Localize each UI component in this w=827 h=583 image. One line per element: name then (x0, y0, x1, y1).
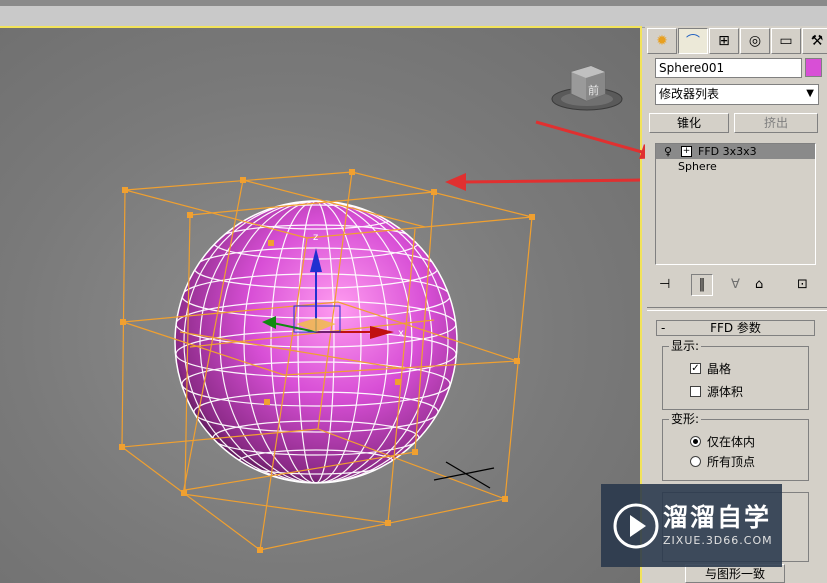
expand-icon[interactable]: + (681, 146, 692, 157)
lightbulb-icon[interactable]: ♀ (664, 144, 672, 159)
top-toolbar (0, 0, 827, 28)
lattice-label: 晶格 (707, 362, 732, 376)
modifier-stack[interactable]: ♀ + FFD 3x3x3 Sphere (655, 143, 816, 265)
remove-modifier-icon[interactable]: ⌂ (755, 277, 763, 292)
configure-sets-icon[interactable]: ⊡ (797, 277, 808, 292)
watermark-brand: 溜溜自学 (663, 503, 772, 532)
viewcube[interactable]: 前 (551, 65, 623, 111)
watermark: 溜溜自学 ZIXUE.3D66.COM (601, 484, 782, 567)
title-strip (0, 0, 827, 6)
only-in-volume-radio[interactable] (690, 436, 701, 447)
sphere-object[interactable] (174, 200, 458, 484)
watermark-logo-icon (613, 503, 659, 549)
deform-group-label: 变形: (669, 412, 702, 426)
all-vertices-radio[interactable] (690, 456, 701, 467)
viewcube-face-label: 前 (588, 83, 599, 97)
display-group-label: 显示: (669, 339, 702, 353)
rollout-collapse-icon: - (661, 321, 666, 335)
all-vertices-label: 所有顶点 (707, 455, 756, 469)
rollout-title: FFD 参数 (710, 321, 761, 335)
lattice-checkbox[interactable]: ✓ (690, 363, 701, 374)
hierarchy-icon: ⊞ (718, 33, 730, 49)
modifier-list-label: 修改器列表 (659, 87, 720, 101)
taper-button[interactable]: 锥化 (649, 113, 729, 133)
display-group: 显示: (662, 339, 809, 410)
svg-text:z: z (313, 232, 318, 243)
source-volume-checkbox[interactable] (690, 386, 701, 397)
viewport-scene: 前 z x (119, 65, 640, 553)
pin-stack-icon[interactable]: ⊣ (659, 277, 670, 292)
divider (647, 307, 827, 311)
create-icon: ✹ (656, 33, 668, 49)
stack-item-label: FFD 3x3x3 (698, 145, 757, 158)
create-tab[interactable]: ✹ (647, 28, 677, 54)
svg-text:x: x (398, 328, 404, 339)
watermark-url: ZIXUE.3D66.COM (663, 534, 773, 547)
modify-icon: ⌒ (686, 34, 700, 50)
ffd-params-rollout-header[interactable]: - FFD 参数 (656, 320, 815, 336)
only-in-volume-label: 仅在体内 (707, 435, 756, 449)
modify-tab[interactable]: ⌒ (678, 28, 708, 54)
deform-group: 变形: (662, 412, 809, 481)
object-color-swatch[interactable] (805, 58, 822, 77)
motion-tab[interactable]: ◎ (740, 28, 770, 54)
display-icon: ▭ (779, 33, 793, 49)
stack-item-sphere[interactable]: Sphere (656, 159, 815, 174)
modifier-list-dropdown[interactable]: 修改器列表 ▼ (655, 84, 819, 105)
show-end-result-icon[interactable]: ‖ (691, 274, 713, 296)
stack-item-ffd[interactable]: ♀ + FFD 3x3x3 (656, 144, 815, 159)
object-name-field[interactable]: Sphere001 (655, 58, 802, 78)
hierarchy-tab[interactable]: ⊞ (709, 28, 739, 54)
make-unique-icon[interactable]: ∀ (731, 277, 740, 292)
perspective-viewport[interactable]: 前 z x (0, 26, 642, 583)
motion-icon: ◎ (748, 33, 762, 49)
stack-toolbar: ⊣ ‖ ∀ ⌂ ⊡ (653, 274, 819, 296)
display-tab[interactable]: ▭ (771, 28, 801, 54)
source-volume-label: 源体积 (707, 385, 744, 399)
chevron-down-icon: ▼ (806, 88, 814, 99)
utilities-icon: ⚒ (810, 33, 824, 49)
utilities-tab[interactable]: ⚒ (802, 28, 827, 54)
extrude-button[interactable]: 挤出 (734, 113, 818, 133)
stack-item-label: Sphere (678, 160, 717, 173)
command-panel-tabs: ✹ ⌒ ⊞ ◎ ▭ ⚒ (647, 28, 827, 54)
